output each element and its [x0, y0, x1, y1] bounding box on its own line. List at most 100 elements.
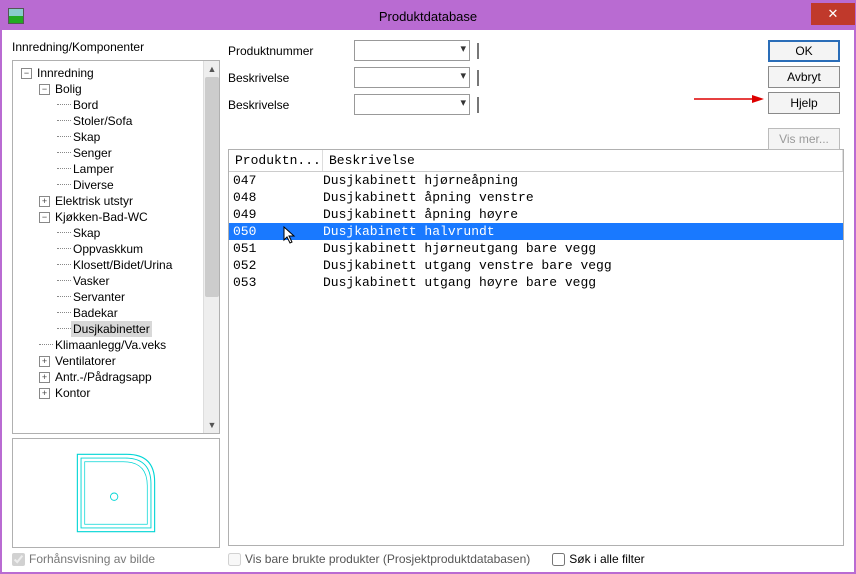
cell-product-number: 053 — [229, 274, 323, 291]
description1-label: Beskrivelse — [228, 71, 350, 85]
close-button[interactable]: ✕ — [811, 3, 855, 25]
preview-checkbox-label: Forhånsvisning av bilde — [29, 552, 155, 566]
tree-item-label: Kjøkken-Bad-WC — [53, 209, 150, 225]
show-more-button[interactable]: Vis mer... — [768, 128, 840, 150]
app-icon — [8, 8, 24, 24]
header-product-number[interactable]: Produktn... — [229, 150, 323, 171]
cell-description: Dusjkabinett utgang venstre bare vegg — [323, 257, 843, 274]
ok-button[interactable]: OK — [768, 40, 840, 62]
preview-image — [66, 447, 166, 539]
tree-item[interactable]: Vasker — [15, 273, 203, 289]
close-icon: ✕ — [828, 6, 839, 22]
search-all-input[interactable] — [552, 553, 565, 566]
table-row[interactable]: 051Dusjkabinett hjørneutgang bare vegg — [229, 240, 843, 257]
tree-scrollbar[interactable]: ▲ ▼ — [203, 61, 219, 433]
cell-description: Dusjkabinett hjørneåpning — [323, 172, 843, 189]
tree-item-label: Ventilatorer — [53, 353, 118, 369]
tree-item-label: Elektrisk utstyr — [53, 193, 135, 209]
collapse-icon[interactable]: − — [21, 68, 32, 79]
window-title: Produktdatabase — [2, 9, 854, 24]
description2-check[interactable] — [477, 97, 479, 113]
tree-item[interactable]: Klimaanlegg/Va.veks — [15, 337, 203, 353]
action-buttons: OK Avbryt Hjelp Vis mer... — [768, 40, 840, 150]
tree-item-label: Kontor — [53, 385, 92, 401]
cell-product-number: 051 — [229, 240, 323, 257]
tree-item[interactable]: −Bolig — [15, 81, 203, 97]
tree-item[interactable]: Dusjkabinetter — [15, 321, 203, 337]
tree-item[interactable]: Bord — [15, 97, 203, 113]
tree-item-label: Skap — [71, 225, 102, 241]
description2-label: Beskrivelse — [228, 98, 350, 112]
tree-item-label: Diverse — [71, 177, 116, 193]
cell-product-number: 052 — [229, 257, 323, 274]
dialog-content: Innredning/Komponenter −Innredning−Bolig… — [2, 30, 854, 572]
used-only-checkbox[interactable]: Vis bare brukte produkter (Prosjektprodu… — [228, 552, 530, 566]
tree-item-label: Vasker — [71, 273, 111, 289]
collapse-icon[interactable]: − — [39, 212, 50, 223]
right-column: Produktnummer Beskrivelse Beskrivelse Pr… — [228, 40, 844, 566]
expand-icon[interactable]: + — [39, 356, 50, 367]
dialog-window: Produktdatabase ✕ Innredning/Komponenter… — [0, 0, 856, 574]
category-tree[interactable]: −Innredning−BoligBordStoler/SofaSkapSeng… — [12, 60, 220, 434]
table-row[interactable]: 050Dusjkabinett halvrundt — [229, 223, 843, 240]
tree-item[interactable]: +Kontor — [15, 385, 203, 401]
tree-item[interactable]: −Innredning — [15, 65, 203, 81]
tree-item[interactable]: Klosett/Bidet/Urina — [15, 257, 203, 273]
tree-item[interactable]: Skap — [15, 225, 203, 241]
tree-item-label: Antr.-/Pådragsapp — [53, 369, 154, 385]
product-number-check[interactable] — [477, 43, 479, 59]
tree-item[interactable]: Senger — [15, 145, 203, 161]
table-row[interactable]: 052Dusjkabinett utgang venstre bare vegg — [229, 257, 843, 274]
scroll-thumb[interactable] — [205, 77, 219, 297]
expand-icon[interactable]: + — [39, 196, 50, 207]
tree-item[interactable]: Lamper — [15, 161, 203, 177]
expand-icon[interactable]: + — [39, 372, 50, 383]
product-table[interactable]: Produktn... Beskrivelse 047Dusjkabinett … — [228, 149, 844, 546]
scroll-down-icon[interactable]: ▼ — [204, 417, 220, 433]
tree-label: Innredning/Komponenter — [12, 40, 220, 54]
search-all-label: Søk i alle filter — [569, 552, 644, 566]
description1-check[interactable] — [477, 70, 479, 86]
tree-item[interactable]: Servanter — [15, 289, 203, 305]
preview-checkbox[interactable]: Forhånsvisning av bilde — [12, 552, 220, 566]
tree-item[interactable]: Badekar — [15, 305, 203, 321]
expand-icon[interactable]: + — [39, 388, 50, 399]
table-header: Produktn... Beskrivelse — [229, 150, 843, 172]
tree-item-label: Dusjkabinetter — [71, 321, 152, 337]
cell-description: Dusjkabinett halvrundt — [323, 223, 843, 240]
table-row[interactable]: 047Dusjkabinett hjørneåpning — [229, 172, 843, 189]
used-only-label: Vis bare brukte produkter (Prosjektprodu… — [245, 552, 530, 566]
tree-item-label: Innredning — [35, 65, 96, 81]
help-button[interactable]: Hjelp — [768, 92, 840, 114]
cancel-button[interactable]: Avbryt — [768, 66, 840, 88]
tree-item[interactable]: Skap — [15, 129, 203, 145]
tree-item[interactable]: −Kjøkken-Bad-WC — [15, 209, 203, 225]
filter-form: Produktnummer Beskrivelse Beskrivelse — [228, 40, 844, 115]
table-row[interactable]: 048Dusjkabinett åpning venstre — [229, 189, 843, 206]
tree-item-label: Oppvaskkum — [71, 241, 145, 257]
description2-combo[interactable] — [354, 94, 470, 115]
scroll-up-icon[interactable]: ▲ — [204, 61, 220, 77]
tree-item[interactable]: Stoler/Sofa — [15, 113, 203, 129]
search-all-checkbox[interactable]: Søk i alle filter — [552, 552, 644, 566]
tree-item[interactable]: Oppvaskkum — [15, 241, 203, 257]
cell-product-number: 050 — [229, 223, 323, 240]
tree-item-label: Senger — [71, 145, 114, 161]
tree-item-label: Skap — [71, 129, 102, 145]
cell-description: Dusjkabinett hjørneutgang bare vegg — [323, 240, 843, 257]
tree-item[interactable]: +Ventilatorer — [15, 353, 203, 369]
tree-item[interactable]: +Elektrisk utstyr — [15, 193, 203, 209]
collapse-icon[interactable]: − — [39, 84, 50, 95]
used-only-input[interactable] — [228, 553, 241, 566]
cell-product-number: 048 — [229, 189, 323, 206]
header-description[interactable]: Beskrivelse — [323, 150, 843, 171]
tree-item-label: Klimaanlegg/Va.veks — [53, 337, 168, 353]
table-row[interactable]: 053Dusjkabinett utgang høyre bare vegg — [229, 274, 843, 291]
tree-item[interactable]: +Antr.-/Pådragsapp — [15, 369, 203, 385]
preview-checkbox-input[interactable] — [12, 553, 25, 566]
table-row[interactable]: 049Dusjkabinett åpning høyre — [229, 206, 843, 223]
tree-item[interactable]: Diverse — [15, 177, 203, 193]
product-number-combo[interactable] — [354, 40, 470, 61]
titlebar: Produktdatabase ✕ — [2, 2, 854, 30]
description1-combo[interactable] — [354, 67, 470, 88]
